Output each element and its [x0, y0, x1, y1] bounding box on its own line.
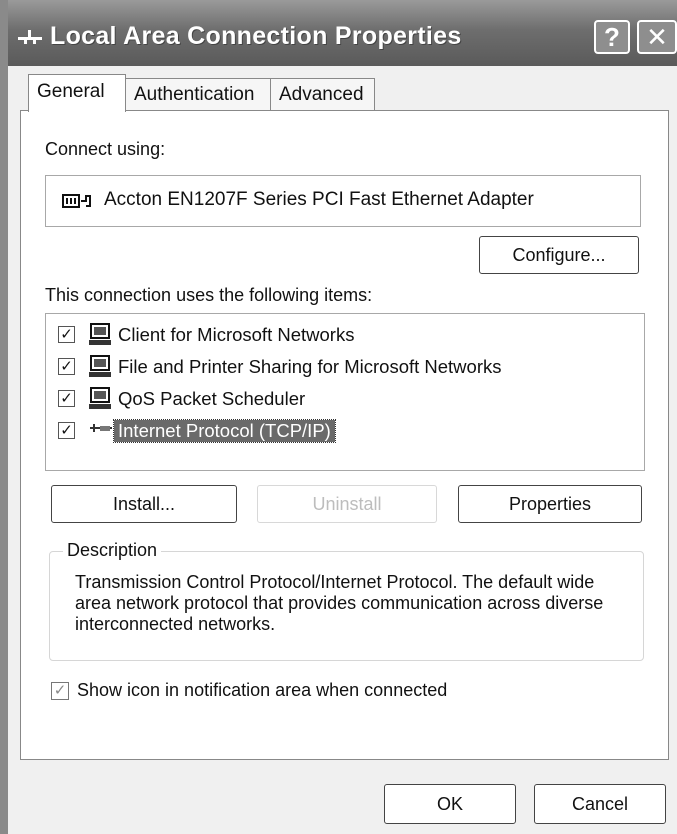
item-label: Client for Microsoft Networks	[118, 324, 355, 345]
item-checkbox[interactable]: ✓	[58, 326, 75, 343]
ok-button[interactable]: OK	[384, 784, 516, 824]
list-item[interactable]: ✓ Internet Protocol (TCP/IP)	[58, 418, 638, 444]
properties-dialog: Local Area Connection Properties ? ✕ Gen…	[0, 0, 677, 834]
protocol-icon	[90, 424, 112, 432]
notify-checkbox[interactable]: ✓	[51, 682, 69, 700]
item-checkbox[interactable]: ✓	[58, 358, 75, 375]
properties-label: Properties	[508, 494, 592, 514]
cancel-label: Cancel	[571, 794, 629, 814]
item-label: Internet Protocol (TCP/IP)	[113, 419, 336, 443]
item-label: QoS Packet Scheduler	[118, 388, 306, 409]
ok-label: OK	[436, 794, 463, 814]
tab-advanced[interactable]: Advanced	[270, 78, 375, 110]
item-label: File and Printer Sharing for Microsoft N…	[118, 356, 502, 377]
items-list[interactable]: ✓ Client for Microsoft Networks ✓ File a…	[45, 313, 645, 471]
close-icon: ✕	[646, 22, 668, 52]
tab-authentication[interactable]: Authentication	[125, 78, 271, 110]
item-checkbox[interactable]: ✓	[58, 390, 75, 407]
install-button[interactable]: Install...	[51, 485, 237, 523]
uninstall-label: Uninstall	[312, 494, 382, 514]
file-printer-sharing-icon	[89, 355, 111, 377]
title-bar[interactable]: Local Area Connection Properties ? ✕	[0, 0, 677, 66]
items-label: This connection uses the following items…	[45, 285, 373, 305]
description-text: Transmission Control Protocol/Internet P…	[75, 572, 604, 634]
list-item[interactable]: ✓ Client for Microsoft Networks	[58, 322, 638, 348]
adapter-name: Accton EN1207F Series PCI Fast Ethernet …	[104, 189, 534, 210]
tab-general[interactable]: General	[28, 74, 126, 112]
network-connection-icon	[18, 30, 42, 44]
list-item[interactable]: ✓ QoS Packet Scheduler	[58, 386, 638, 412]
list-item[interactable]: ✓ File and Printer Sharing for Microsoft…	[58, 354, 638, 380]
configure-label: Configure...	[512, 245, 606, 265]
network-client-icon	[89, 323, 111, 345]
adapter-field: Accton EN1207F Series PCI Fast Ethernet …	[45, 175, 641, 227]
close-button[interactable]: ✕	[637, 20, 677, 54]
network-adapter-icon	[62, 194, 91, 208]
notify-label: Show icon in notification area when conn…	[77, 680, 448, 700]
window-left-border	[0, 0, 8, 834]
qos-scheduler-icon	[89, 387, 111, 409]
description-legend: Description	[63, 540, 162, 561]
cancel-button[interactable]: Cancel	[534, 784, 666, 824]
connect-using-label: Connect using:	[45, 139, 166, 159]
help-button[interactable]: ?	[594, 20, 630, 54]
item-checkbox[interactable]: ✓	[58, 422, 75, 439]
properties-button[interactable]: Properties	[458, 485, 642, 523]
uninstall-button[interactable]: Uninstall	[257, 485, 437, 523]
configure-button[interactable]: Configure...	[479, 236, 639, 274]
install-label: Install...	[112, 494, 176, 514]
window-title: Local Area Connection Properties	[50, 22, 462, 50]
general-panel: Connect using: Accton EN1207F Series PCI…	[20, 110, 669, 760]
dialog-content: General Authentication Advanced Connect …	[8, 66, 677, 834]
help-icon: ?	[604, 22, 620, 52]
